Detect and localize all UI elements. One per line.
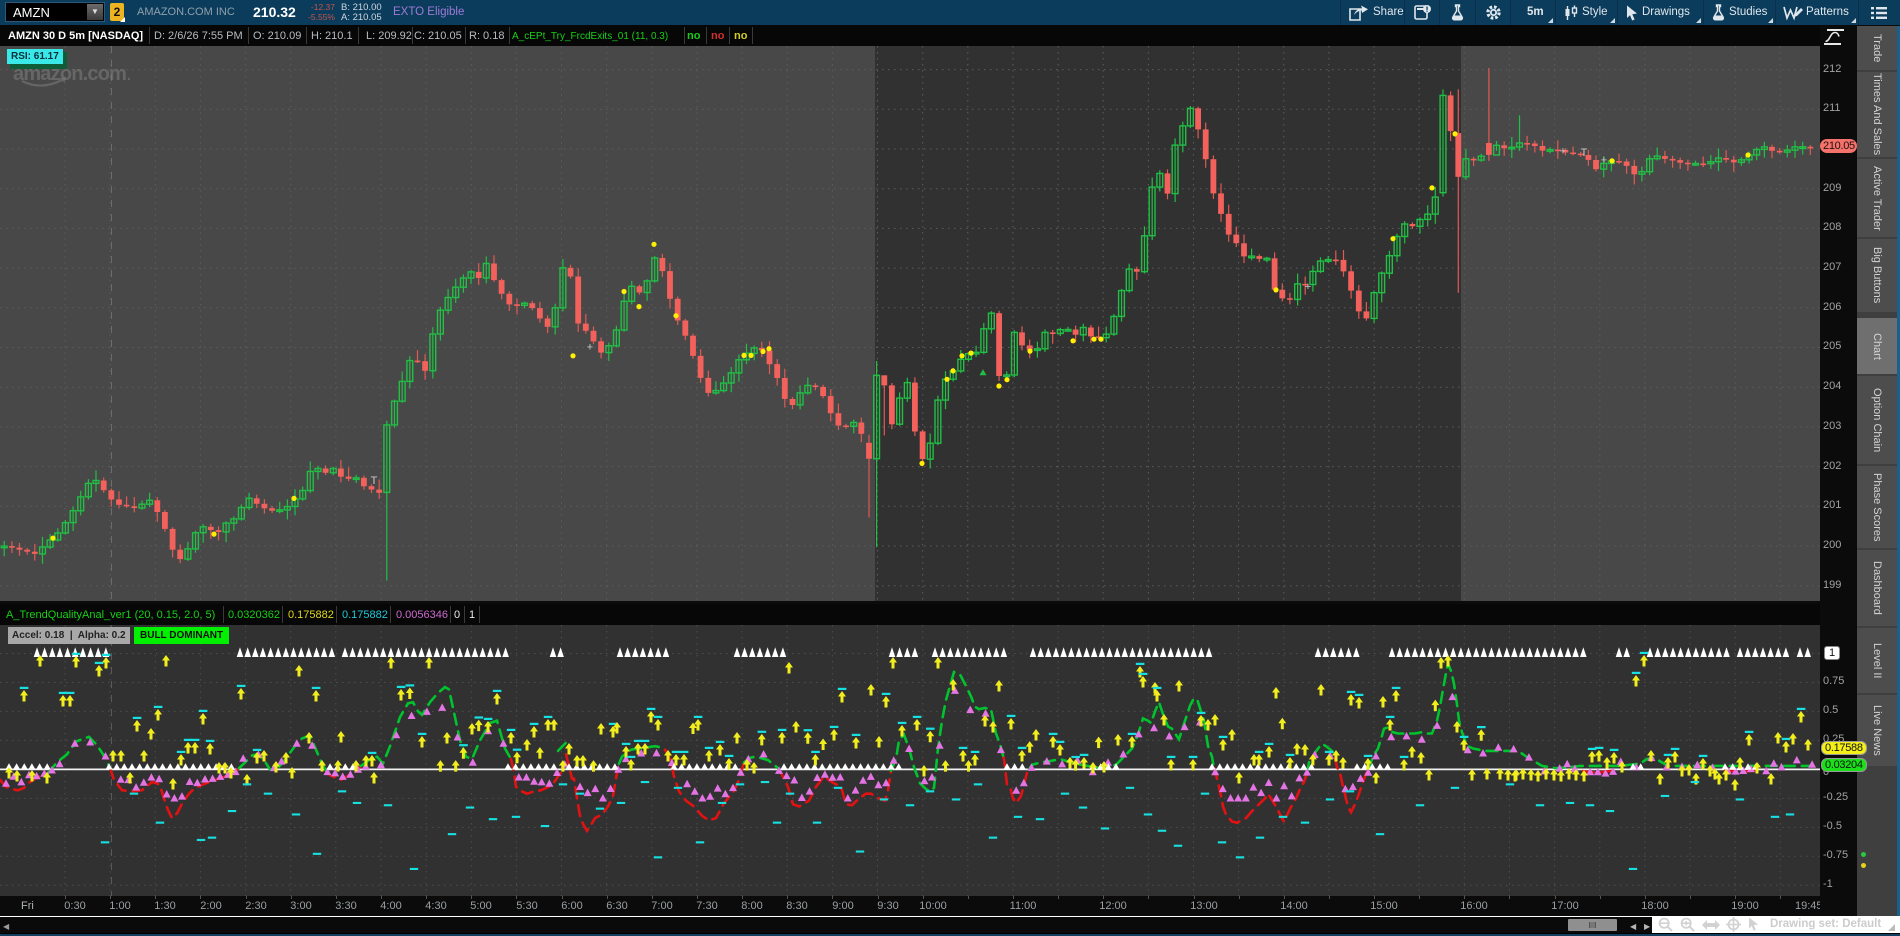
- svg-text:+: +: [1560, 146, 1566, 158]
- svg-text:T: T: [371, 475, 378, 487]
- svg-text:+: +: [1601, 154, 1607, 166]
- svg-text:+: +: [1305, 281, 1311, 293]
- svg-text:+: +: [587, 342, 593, 354]
- svg-text:T: T: [1581, 147, 1588, 159]
